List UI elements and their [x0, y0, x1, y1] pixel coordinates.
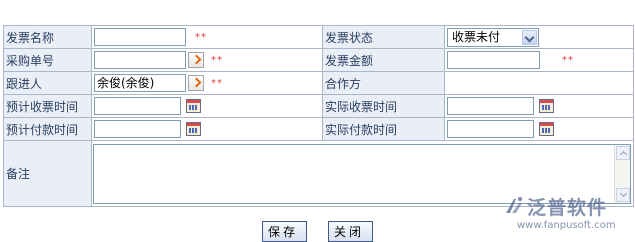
calendar-icon[interactable]	[539, 99, 554, 113]
required-mark: **	[211, 77, 223, 89]
expected-payment-time-cell	[91, 117, 323, 141]
calendar-icon[interactable]	[539, 122, 554, 136]
purchase-no-input[interactable]	[94, 51, 186, 69]
fanpu-logo-icon	[506, 196, 523, 213]
calendar-icon[interactable]	[186, 99, 201, 113]
expected-receipt-time-label: 预计收票时间	[3, 94, 92, 118]
purchase-no-picker-icon[interactable]	[188, 52, 204, 68]
partner-label: 合作方	[322, 71, 445, 95]
invoice-name-label: 发票名称	[3, 25, 92, 49]
expected-payment-time-label: 预计付款时间	[3, 117, 92, 141]
actual-payment-time-input[interactable]	[447, 120, 534, 138]
watermark: 泛普软件 www.fanpusoft.com	[497, 193, 635, 237]
actual-receipt-time-label: 实际收票时间	[322, 94, 445, 118]
partner-cell	[444, 71, 634, 95]
purchase-no-cell: **	[91, 48, 323, 72]
purchase-no-label: 采购单号	[3, 48, 92, 72]
expected-receipt-time-cell	[91, 94, 323, 118]
watermark-url: www.fanpusoft.com	[517, 220, 616, 231]
required-mark: **	[562, 54, 574, 66]
save-button[interactable]: 保存	[262, 221, 307, 242]
calendar-icon[interactable]	[186, 122, 201, 136]
follower-cell: 余俊(余俊) **	[91, 71, 323, 95]
invoice-status-label: 发票状态	[322, 25, 445, 49]
scroll-up-icon[interactable]	[616, 145, 630, 160]
remark-label: 备注	[3, 140, 92, 207]
chevron-down-icon[interactable]	[522, 29, 537, 45]
expected-receipt-time-input[interactable]	[94, 97, 181, 115]
follower-input[interactable]: 余俊(余俊)	[94, 74, 186, 92]
follower-picker-icon[interactable]	[188, 75, 204, 91]
invoice-status-cell: 收票未付	[444, 25, 634, 49]
close-button[interactable]: 关闭	[328, 221, 373, 242]
invoice-name-cell: **	[91, 25, 323, 49]
expected-payment-time-input[interactable]	[94, 120, 181, 138]
invoice-amount-label: 发票金额	[322, 48, 445, 72]
invoice-amount-cell: **	[444, 48, 634, 72]
actual-payment-time-label: 实际付款时间	[322, 117, 445, 141]
watermark-brand: 泛普软件	[527, 197, 608, 219]
actual-payment-time-cell	[444, 117, 634, 141]
actual-receipt-time-input[interactable]	[447, 97, 534, 115]
required-mark: **	[195, 31, 207, 43]
invoice-status-select[interactable]: 收票未付	[447, 27, 539, 47]
invoice-amount-input[interactable]	[447, 51, 540, 69]
invoice-form: 发票名称 ** 发票状态 收票未付 采购单号 ** 发票金额 ** 跟进人 余俊…	[3, 25, 634, 207]
required-mark: **	[211, 54, 223, 66]
invoice-status-selected: 收票未付	[452, 29, 501, 44]
invoice-name-input[interactable]	[94, 28, 186, 46]
follower-label: 跟进人	[3, 71, 92, 95]
actual-receipt-time-cell	[444, 94, 634, 118]
